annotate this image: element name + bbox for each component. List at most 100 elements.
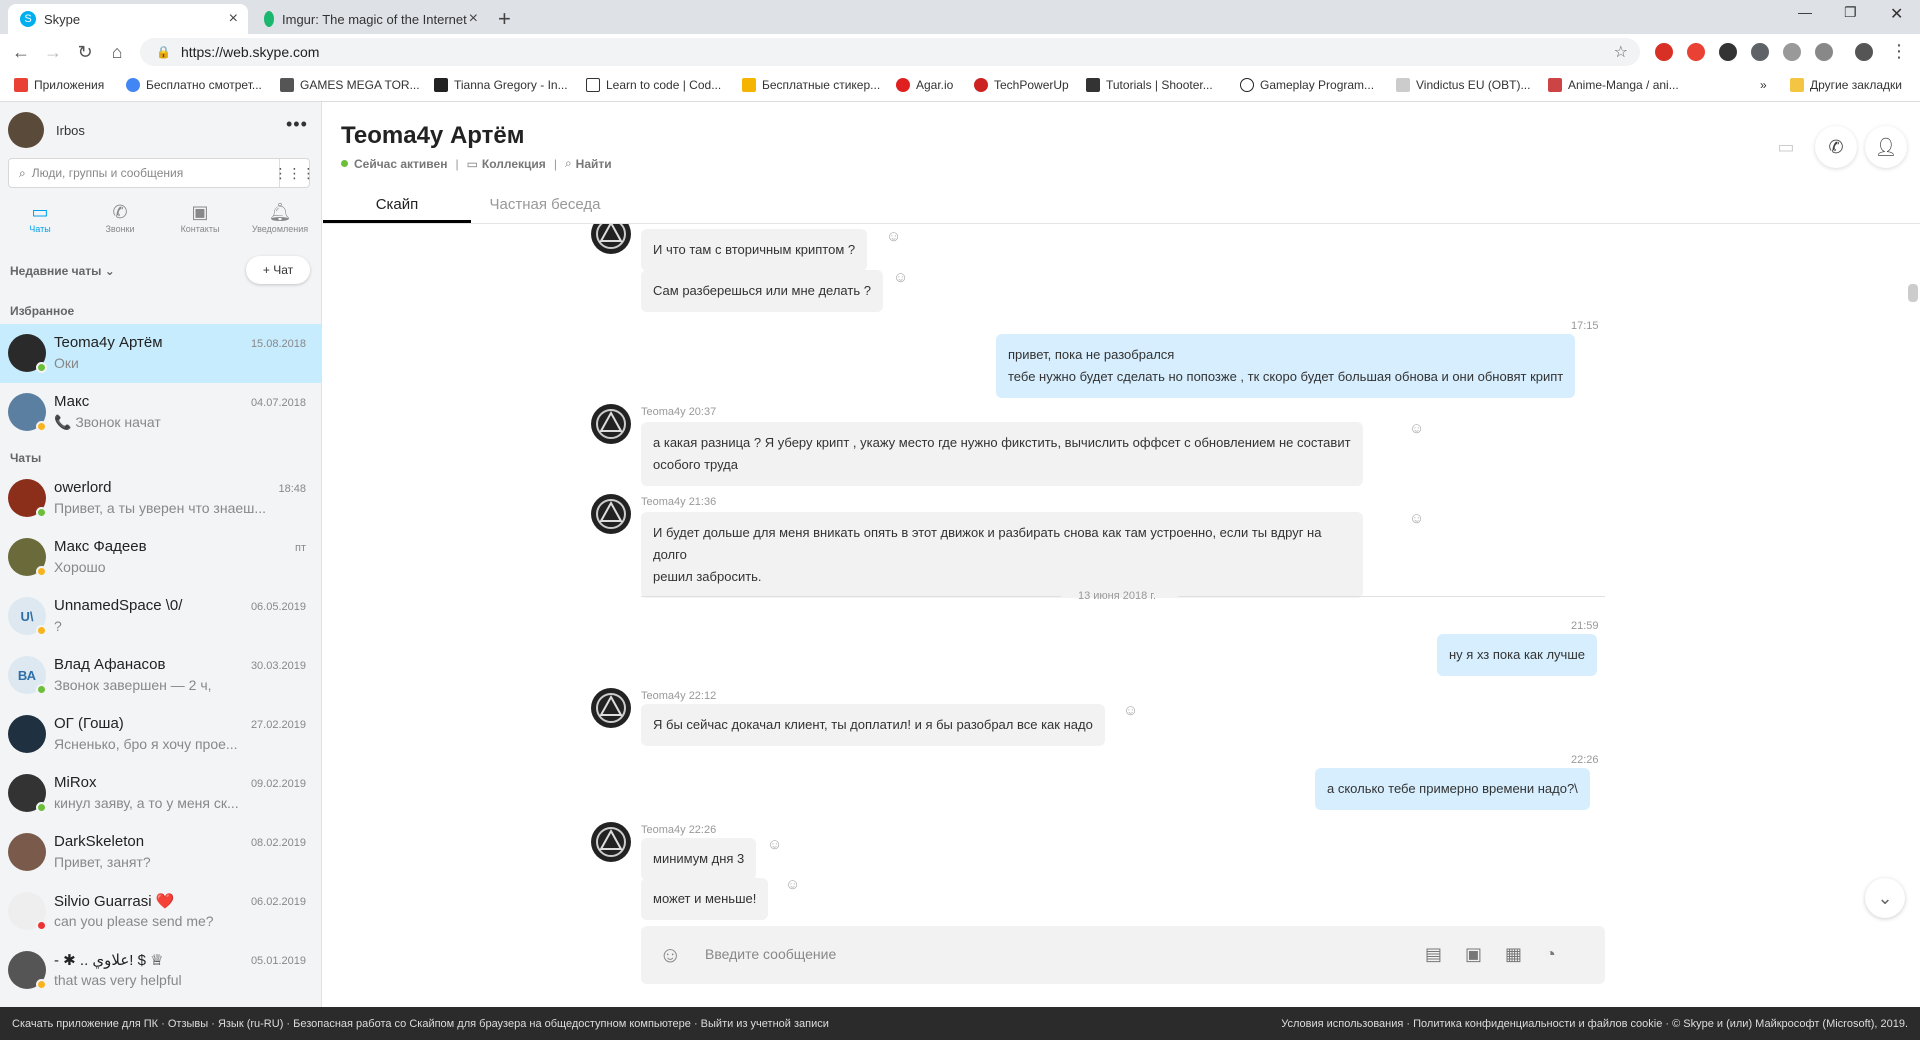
- poll-icon[interactable]: ◔: [1545, 944, 1556, 965]
- chat-list-item[interactable]: DarkSkeleton Привет, занят? 08.02.2019: [0, 823, 322, 882]
- adblock-icon[interactable]: [1687, 43, 1705, 61]
- schedule-call-icon[interactable]: ▦: [1505, 944, 1522, 965]
- back-icon[interactable]: ←: [10, 42, 32, 63]
- close-tab-icon[interactable]: ×: [229, 10, 238, 28]
- bookmark-item[interactable]: Learn to code | Cod...: [586, 78, 721, 92]
- message-bubble-incoming[interactable]: может и меньше!: [641, 878, 769, 920]
- smiley-icon[interactable]: ☺: [893, 269, 908, 286]
- message-bubble-outgoing[interactable]: а сколько тебе примерно времени надо?\: [1315, 768, 1590, 810]
- smiley-icon[interactable]: ☺: [767, 836, 782, 853]
- reload-icon[interactable]: ↻: [74, 42, 96, 63]
- emoji-icon[interactable]: ☺: [659, 942, 681, 968]
- bookmark-label: Tianna Gregory - In...: [454, 78, 568, 92]
- chat-list-item[interactable]: Teoma4y Артём Оки 15.08.2018: [0, 324, 322, 383]
- nav-contacts[interactable]: ▣ Контакты: [160, 202, 240, 234]
- dialpad-icon[interactable]: ⋮⋮⋮: [274, 159, 316, 187]
- address-bar[interactable]: 🔒 https://web.skype.com ☆: [140, 38, 1640, 66]
- search-icon: ⌕: [19, 165, 26, 180]
- other-bookmarks[interactable]: Другие закладки: [1790, 78, 1902, 92]
- message-bubble-outgoing[interactable]: привет, пока не разобрался тебе нужно бу…: [996, 334, 1576, 398]
- message-bubble-incoming[interactable]: Я бы сейчас докачал клиент, ты доплатил!…: [641, 704, 1105, 746]
- search-input[interactable]: ⌕ Люди, группы и сообщения ⋮⋮⋮: [8, 158, 316, 188]
- tab-skype[interactable]: Скайп: [323, 196, 471, 213]
- smiley-icon[interactable]: ☺: [785, 876, 800, 893]
- bookmark-item[interactable]: TechPowerUp: [974, 78, 1069, 92]
- bookmark-item[interactable]: Agar.io: [896, 78, 953, 92]
- contact-card-icon[interactable]: ▣: [1465, 944, 1482, 965]
- message-bubble-incoming[interactable]: Сам разберешься или мне делать ?: [641, 270, 883, 312]
- video-call-button[interactable]: ▭: [1765, 126, 1807, 168]
- chat-list-item[interactable]: ВА Влад Афанасов Звонок завершен — 2 ч, 30.…: [0, 646, 322, 705]
- smiley-icon[interactable]: ☺: [1409, 510, 1424, 527]
- close-tab-icon[interactable]: ×: [469, 10, 478, 28]
- close-window-icon[interactable]: ✕: [1890, 4, 1903, 24]
- extension-icon[interactable]: [1655, 43, 1673, 61]
- attach-image-icon[interactable]: ▤: [1425, 944, 1442, 965]
- new-chat-button[interactable]: + Чат: [246, 256, 310, 284]
- chat-list-item[interactable]: MiRox кинул заяву, а то у меня ск... 09.02…: [0, 764, 322, 823]
- bookmark-star-icon[interactable]: ☆: [1614, 42, 1628, 62]
- smiley-icon[interactable]: ☺: [1123, 702, 1138, 719]
- nav-notifications[interactable]: 🔔︎ Уведомления: [240, 202, 320, 234]
- add-people-button[interactable]: 👤︎: [1865, 126, 1907, 168]
- message-bubble-incoming[interactable]: И что там с вторичным криптом ?: [641, 229, 868, 271]
- menu-kebab-icon[interactable]: ⋮: [1888, 41, 1910, 62]
- bookmark-item[interactable]: Бесплатные стикер...: [742, 78, 880, 92]
- bookmark-item[interactable]: Vindictus EU (OBT)...: [1396, 78, 1530, 92]
- nav-calls[interactable]: ✆ Звонки: [80, 202, 160, 234]
- chat-list-item[interactable]: Макс Фадеев Хорошо пт: [0, 528, 322, 587]
- bookmark-item[interactable]: Tutorials | Shooter...: [1086, 78, 1213, 92]
- audio-call-button[interactable]: ✆: [1815, 126, 1857, 168]
- profile-avatar-icon[interactable]: [1855, 43, 1873, 61]
- chat-list-item[interactable]: owerlord Привет, а ты уверен что знаеш...…: [0, 469, 322, 528]
- message-bubble-incoming[interactable]: а какая разница ? Я уберу крипт , укажу …: [641, 422, 1363, 486]
- extension-icon[interactable]: [1783, 43, 1801, 61]
- chat-list-item[interactable]: Silvio Guarrasi ❤️ can you please send me…: [0, 882, 322, 941]
- bookmark-item[interactable]: Anime-Manga / ani...: [1548, 78, 1679, 92]
- collection-link[interactable]: Коллекция: [482, 157, 546, 171]
- footer-links-left[interactable]: Скачать приложение для ПК · Отзывы · Язы…: [12, 1018, 829, 1030]
- browser-tab-imgur[interactable]: Imgur: The magic of the Internet ×: [252, 4, 488, 34]
- bookmarks-bar: Приложения Бесплатно смотрет... GAMES ME…: [0, 70, 1920, 102]
- footer-links-right[interactable]: Условия использования · Политика конфиде…: [1281, 1018, 1908, 1030]
- smiley-icon[interactable]: ☺: [1409, 420, 1424, 437]
- extension-icon[interactable]: [1719, 43, 1737, 61]
- more-options-icon[interactable]: •••: [286, 114, 308, 135]
- forward-icon[interactable]: →: [42, 42, 64, 63]
- minimize-icon[interactable]: —: [1798, 4, 1812, 20]
- bookmark-item[interactable]: Tianna Gregory - In...: [434, 78, 568, 92]
- find-link[interactable]: Найти: [576, 157, 612, 171]
- new-tab-icon[interactable]: +: [498, 6, 511, 32]
- tab-private-chat[interactable]: Частная беседа: [471, 196, 619, 213]
- extension-icon[interactable]: [1815, 43, 1833, 61]
- chat-list-item[interactable]: ОГ (Гоша) Ясненько, бро я хочу прое... 27.…: [0, 705, 322, 764]
- scrollbar-thumb[interactable]: [1908, 284, 1918, 302]
- home-icon[interactable]: ⌂: [106, 42, 128, 63]
- avatar: [591, 494, 631, 534]
- message-bubble-incoming[interactable]: И будет дольше для меня вникать опять в …: [641, 512, 1363, 598]
- recent-chats-dropdown[interactable]: Недавние чаты ⌄: [10, 264, 115, 278]
- message-bubble-outgoing[interactable]: ну я хз пока как лучше: [1437, 634, 1597, 676]
- chat-list-item[interactable]: Макс 📞 Звонок начат 04.07.2018: [0, 383, 322, 442]
- bookmark-apps[interactable]: Приложения: [14, 78, 104, 92]
- browser-tab-skype[interactable]: S Skype ×: [8, 4, 248, 34]
- avatar: [591, 688, 631, 728]
- bookmark-item[interactable]: Бесплатно смотрет...: [126, 78, 262, 92]
- nav-chats[interactable]: ▭ Чаты: [0, 202, 80, 234]
- extension-icon[interactable]: [1751, 43, 1769, 61]
- page-footer: Скачать приложение для ПК · Отзывы · Язы…: [0, 1007, 1920, 1040]
- chat-list-item[interactable]: U\ UnnamedSpace \0/? 06.05.2019: [0, 587, 322, 646]
- chat-list-item[interactable]: - ✱ .. علاوي! $ ♕ that was very helpful 05…: [0, 941, 322, 1000]
- bookmark-item[interactable]: GAMES MEGA TOR...: [280, 78, 420, 92]
- active-tab-underline: [323, 220, 471, 223]
- bookmarks-overflow-chevron[interactable]: »: [1760, 78, 1767, 92]
- smiley-icon[interactable]: ☺: [886, 228, 901, 245]
- site-icon: [1396, 78, 1410, 92]
- site-icon: [742, 78, 756, 92]
- scroll-to-bottom-button[interactable]: ⌄: [1865, 878, 1905, 918]
- bookmark-item[interactable]: Gameplay Program...: [1240, 78, 1374, 92]
- message-bubble-incoming[interactable]: минимум дня 3: [641, 838, 757, 880]
- message-composer[interactable]: ☺ Введите сообщение ▤ ▣ ▦ ◔: [641, 926, 1605, 984]
- restore-icon[interactable]: ❐: [1844, 4, 1857, 21]
- profile[interactable]: Irbos: [8, 112, 85, 148]
